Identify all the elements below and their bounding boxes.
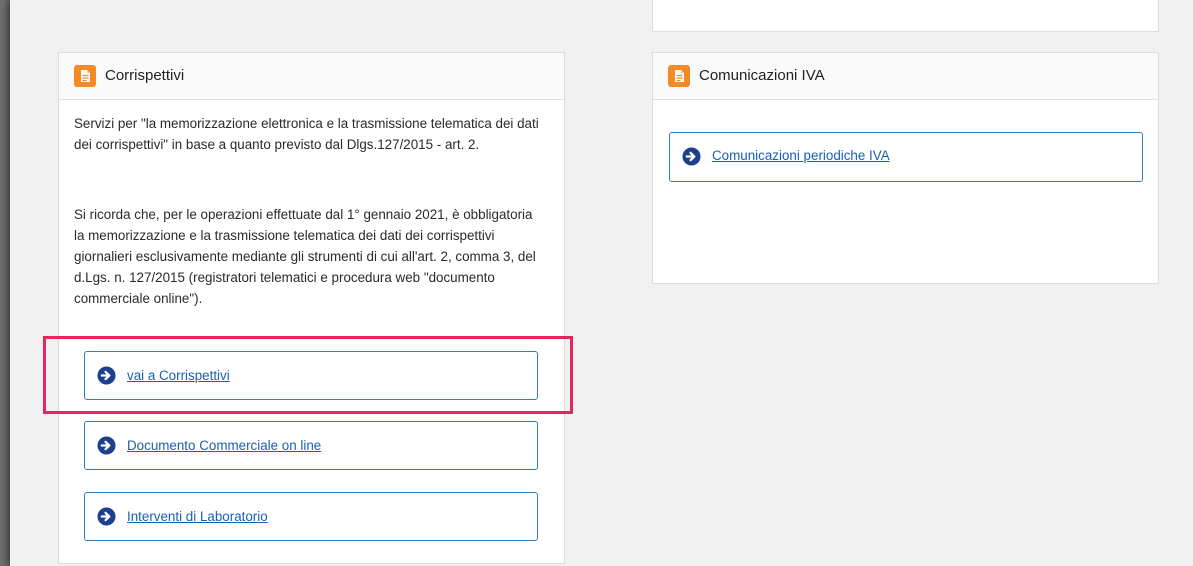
vai-a-corrispettivi-button[interactable]: vai a Corrispettivi [84,351,538,400]
arrow-circle-right-icon [97,366,116,385]
comunicazioni-iva-title: Comunicazioni IVA [699,67,825,84]
corrispettivi-description: Servizi per "la memorizzazione elettroni… [74,116,539,152]
documento-commerciale-button[interactable]: Documento Commerciale on line [84,421,538,470]
arrow-circle-right-icon [97,436,116,455]
corrispettivi-title: Corrispettivi [105,67,185,84]
interventi-di-laboratorio-button[interactable]: Interventi di Laboratorio [84,492,538,541]
arrow-circle-right-icon [97,507,116,526]
corrispettivi-notice: Si ricorda che, per le operazioni effett… [74,207,536,306]
comunicazioni-iva-card-header: Comunicazioni IVA [653,53,1158,100]
comunicazioni-iva-card: Comunicazioni IVA Comunicazioni periodic… [652,52,1159,284]
page-content: Corrispettivi Servizi per "la memorizzaz… [10,0,1193,566]
vai-a-corrispettivi-link[interactable]: vai a Corrispettivi [127,368,230,383]
comunicazioni-periodiche-iva-button[interactable]: Comunicazioni periodiche IVA [669,132,1143,182]
documento-commerciale-link[interactable]: Documento Commerciale on line [127,438,321,453]
interventi-di-laboratorio-link[interactable]: Interventi di Laboratorio [127,509,268,524]
document-icon [74,65,96,87]
previous-card [652,0,1159,32]
arrow-circle-right-icon [682,147,701,166]
document-icon [668,65,690,87]
corrispettivi-card: Corrispettivi Servizi per "la memorizzaz… [58,52,565,564]
corrispettivi-card-header: Corrispettivi [59,53,564,100]
comunicazioni-periodiche-iva-link[interactable]: Comunicazioni periodiche IVA [712,148,890,163]
